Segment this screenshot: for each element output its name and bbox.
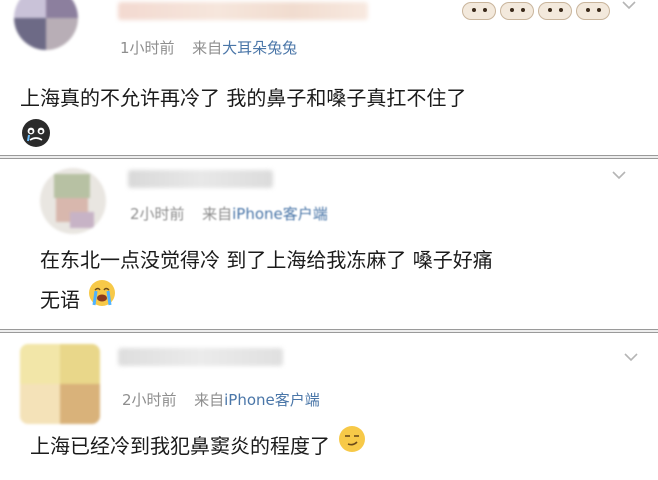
comment-separator bbox=[0, 155, 658, 159]
comment-meta: 1小时前 来自大耳朵兔兔 bbox=[120, 37, 297, 58]
username-redacted[interactable] bbox=[118, 348, 283, 366]
source-prefix: 来自 bbox=[192, 39, 223, 57]
source-link[interactable]: iPhone客户端 bbox=[232, 205, 328, 223]
username-redacted[interactable] bbox=[128, 170, 273, 188]
comment-item: 1小时前 来自大耳朵兔兔 上海真的不允许再冷了 我的鼻子和嗓子真扛不住了 bbox=[0, 0, 658, 156]
avatar[interactable] bbox=[40, 168, 106, 234]
source-prefix: 来自 bbox=[194, 391, 225, 409]
user-badge-icon bbox=[576, 2, 610, 20]
comment-meta: 2小时前 来自iPhone客户端 bbox=[130, 203, 328, 224]
username-redacted[interactable] bbox=[118, 2, 368, 20]
chevron-down-icon[interactable] bbox=[622, 0, 636, 14]
comment-time: 2小时前 bbox=[130, 205, 185, 223]
loudly-crying-face-emoji bbox=[88, 279, 116, 320]
user-badge-icon bbox=[538, 2, 572, 20]
comment-text: 上海真的不允许再冷了 我的鼻子和嗓子真扛不住了 bbox=[20, 86, 467, 110]
avatar[interactable] bbox=[20, 344, 100, 424]
user-badge-icon bbox=[500, 2, 534, 20]
comment-item: 2小时前 来自iPhone客户端 在东北一点没觉得冷 到了上海给我冻麻了 嗓子好… bbox=[0, 160, 658, 330]
source-link[interactable]: iPhone客户端 bbox=[224, 391, 320, 409]
chevron-down-icon[interactable] bbox=[612, 170, 626, 184]
comment-separator bbox=[0, 329, 658, 333]
comment-item: 2小时前 来自iPhone客户端 上海已经冷到我犯鼻窦炎的程度了 bbox=[0, 334, 658, 480]
user-badge-icon bbox=[462, 2, 496, 20]
comment-meta: 2小时前 来自iPhone客户端 bbox=[122, 389, 320, 410]
crying-face-emoji bbox=[21, 118, 51, 148]
source-link[interactable]: 大耳朵兔兔 bbox=[222, 39, 297, 57]
comment-text: 上海已经冷到我犯鼻窦炎的程度了 bbox=[30, 426, 366, 468]
avatar[interactable] bbox=[14, 0, 78, 50]
smirk-face-emoji bbox=[338, 425, 366, 466]
user-badges bbox=[462, 0, 622, 22]
comment-time: 2小时前 bbox=[122, 391, 177, 409]
comment-text: 在东北一点没觉得冷 到了上海给我冻麻了 嗓子好痛 bbox=[40, 248, 493, 272]
chevron-down-icon[interactable] bbox=[624, 352, 638, 366]
comment-text-line2: 无语 bbox=[40, 280, 116, 322]
source-prefix: 来自 bbox=[202, 205, 233, 223]
comment-time: 1小时前 bbox=[120, 39, 175, 57]
